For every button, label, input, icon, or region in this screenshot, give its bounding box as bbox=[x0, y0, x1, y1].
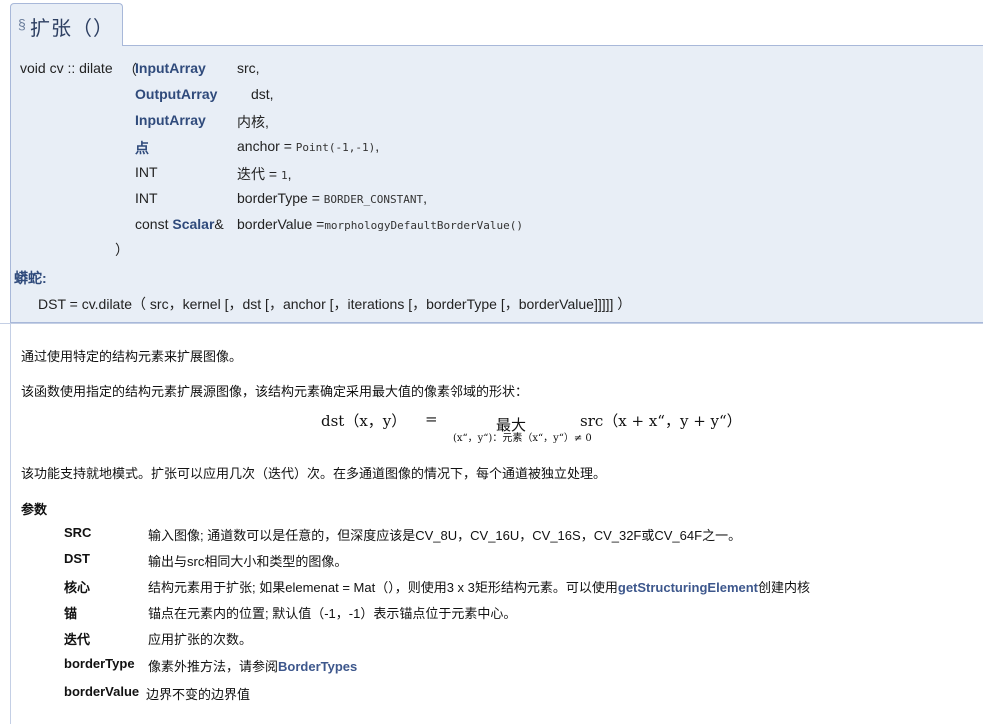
section-divider bbox=[0, 323, 983, 324]
param-bordertype: borderType = BORDER_CONSTANT, bbox=[237, 190, 428, 206]
default-bordervalue: morphologyDefaultBorderValue() bbox=[324, 219, 523, 232]
param-label-bordervalue: borderValue bbox=[64, 684, 140, 699]
close-paren: ） bbox=[115, 242, 129, 258]
param-iterations: 迭代 = 1, bbox=[237, 166, 292, 182]
param-label-src: SRC bbox=[64, 525, 92, 540]
param-type-dst: OutputArray bbox=[135, 86, 217, 102]
type-link-outputarray[interactable]: OutputArray bbox=[135, 86, 217, 102]
param-name-dst: dst, bbox=[251, 86, 274, 102]
default-iterations: 1 bbox=[280, 169, 288, 182]
param-desc-iterations: 应用扩张的次数。 bbox=[148, 632, 253, 647]
param-desc-dst: 输出与src相同大小和类型的图像。 bbox=[148, 554, 348, 569]
description-p1: 通过使用特定的结构元素来扩展图像。 bbox=[21, 349, 243, 364]
param-bordervalue: borderValue =morphologyDefaultBorderValu… bbox=[237, 216, 523, 232]
python-signature: DST = cv.dilate（ src，kernel [，dst [，anch… bbox=[38, 296, 632, 312]
param-desc-src: 输入图像; 通道数可以是任意的，但深度应该是CV_8U，CV_16U，CV_16… bbox=[148, 528, 742, 543]
param-type-iterations: INT bbox=[135, 164, 158, 180]
member-title: 扩张（） bbox=[30, 18, 114, 40]
param-type-src: InputArray bbox=[135, 60, 206, 76]
param-name-kernel: 内核, bbox=[237, 114, 269, 130]
default-bordertype: BORDER_CONSTANT bbox=[323, 193, 424, 206]
link-getstructuringelement[interactable]: getStructuringElement bbox=[618, 580, 758, 595]
param-anchor: anchor = Point(-1,-1), bbox=[237, 138, 380, 154]
type-link-inputarray-2[interactable]: InputArray bbox=[135, 112, 206, 128]
param-type-anchor: 点 bbox=[135, 138, 149, 158]
param-desc-bordervalue: 边界不变的边界值 bbox=[146, 687, 251, 702]
function-name: dilate bbox=[79, 60, 113, 76]
param-label-dst: DST bbox=[64, 551, 90, 566]
param-desc-anchor: 锚点在元素内的位置; 默认值（-1，-1）表示锚点位于元素中心。 bbox=[148, 606, 517, 621]
prototype-head: void cv :: dilate bbox=[20, 60, 113, 76]
scope-separator: :: bbox=[67, 60, 76, 76]
type-link-scalar[interactable]: Scalar bbox=[172, 216, 214, 232]
formula-lhs: dst（x，y） bbox=[321, 412, 407, 430]
param-label-bordertype: borderType bbox=[64, 656, 135, 671]
description-p3: 该功能支持就地模式。扩张可以应用几次（迭代）次。在多通道图像的情况下，每个通道被… bbox=[21, 466, 607, 481]
formula-subscript: (x“，y“)：元素（x“，y“）≠ 0 bbox=[453, 433, 592, 444]
formula-rhs: src（x + x“，y + y“） bbox=[580, 412, 742, 430]
type-link-point[interactable]: 点 bbox=[135, 140, 149, 156]
return-type: void bbox=[20, 60, 46, 76]
param-name-bordertype: borderType = bbox=[237, 190, 320, 206]
member-prototype-box: void cv :: dilate （ InputArray src, Outp… bbox=[10, 45, 983, 323]
param-name-anchor: anchor = bbox=[237, 138, 292, 154]
param-desc-bordertype: 像素外推方法，请参阅BorderTypes bbox=[148, 659, 358, 674]
param-type-bordertype: INT bbox=[135, 190, 158, 206]
member-title-tab: § 扩张（） bbox=[10, 3, 123, 46]
param-label-kernel: 核心 bbox=[64, 580, 91, 595]
namespace: cv bbox=[49, 60, 64, 76]
param-label-iterations: 迭代 bbox=[64, 632, 91, 647]
link-bordertypes[interactable]: BorderTypes bbox=[278, 659, 357, 674]
param-name-iterations: 迭代 = bbox=[237, 166, 278, 182]
params-heading: 参数 bbox=[21, 502, 48, 517]
box-top-border bbox=[123, 45, 983, 46]
param-name-src: src, bbox=[237, 60, 260, 76]
section-anchor-icon[interactable]: § bbox=[18, 16, 26, 32]
content-left-border bbox=[10, 323, 11, 724]
formula-equals: = bbox=[425, 410, 438, 428]
param-desc-kernel: 结构元素用于扩张; 如果elemenat = Mat（），则使用3 x 3矩形结… bbox=[148, 580, 811, 595]
default-anchor: Point(-1,-1) bbox=[295, 141, 376, 154]
param-name-bordervalue: borderValue = bbox=[237, 216, 325, 232]
param-label-anchor: 锚 bbox=[64, 606, 78, 621]
type-link-inputarray[interactable]: InputArray bbox=[135, 60, 206, 76]
description-p2: 该函数使用指定的结构元素扩展源图像，该结构元素确定采用最大值的像素邻域的形状： bbox=[21, 384, 529, 399]
param-type-bordervalue: const Scalar& bbox=[135, 216, 224, 232]
param-type-kernel: InputArray bbox=[135, 112, 206, 128]
python-label: 蟒蛇: bbox=[14, 270, 47, 286]
